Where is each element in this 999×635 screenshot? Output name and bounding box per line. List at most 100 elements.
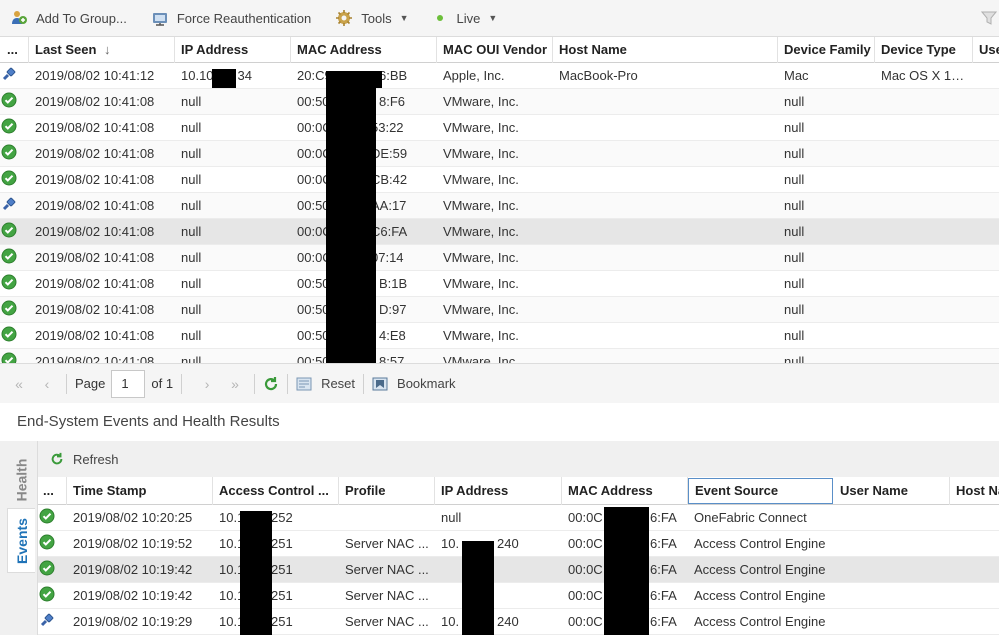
last-seen-cell: 2019/08/02 10:41:08 (35, 328, 155, 343)
host-name-cell (553, 219, 778, 245)
ip-address-cell: null (175, 323, 291, 349)
column-header-event-source[interactable]: Event Source (688, 478, 833, 504)
column-header-device-family[interactable]: Device Family (778, 37, 875, 63)
last-seen-cell: 2019/08/02 10:41:08 (35, 198, 155, 213)
column-header-last-seen[interactable]: Last Seen ↓ (29, 37, 175, 63)
column-header-ip-address[interactable]: IP Address (175, 37, 291, 63)
mac-address-suffix: 6:FA (650, 562, 677, 577)
event-row[interactable]: 2019/08/02 10:19:42 10.1 251 Server NAC ...… (38, 557, 999, 583)
table-row[interactable]: 2019/08/02 10:41:08 null 00:50 B:1B VMware, … (0, 271, 999, 297)
add-to-group-label: Add To Group... (36, 10, 127, 26)
mac-address-suffix: AA:17 (371, 198, 407, 213)
event-row[interactable]: 2019/08/02 10:19:29 10.1 251 Server NAC ...… (38, 609, 999, 635)
filter-icon[interactable] (980, 10, 998, 26)
last-page-icon[interactable]: » (224, 376, 246, 392)
ip-address-prefix: 10. (441, 536, 460, 551)
add-to-group-button[interactable]: Add To Group... (0, 0, 137, 37)
tools-menu-button[interactable]: Tools ▼ (325, 0, 418, 37)
user-name-cell (834, 609, 950, 635)
event-row[interactable]: 2019/08/02 10:20:25 10.1 252 null 00:0C 6:FA O… (38, 505, 999, 531)
device-family-cell: null (784, 276, 805, 291)
profile-cell (339, 505, 435, 531)
last-seen-cell: 2019/08/02 10:41:08 (35, 354, 155, 363)
ip-address-prefix: null (181, 120, 202, 135)
column-header-host-name[interactable]: Host Na (950, 477, 999, 505)
table-row[interactable]: 2019/08/02 10:41:08 null 00:50 AA:17 VMware,… (0, 193, 999, 219)
user-name-cell (834, 583, 950, 609)
host-name-cell (553, 115, 778, 141)
refresh-grid-button[interactable] (263, 376, 279, 392)
host-name-cell (553, 323, 778, 349)
column-header-user[interactable]: Use (973, 37, 999, 63)
table-row[interactable]: 2019/08/02 10:41:08 null 00:0C CB:42 VMware,… (0, 167, 999, 193)
table-row[interactable]: 2019/08/02 10:41:08 null 00:0C C6:FA VMware,… (0, 219, 999, 245)
table-row[interactable]: 2019/08/02 10:41:08 null 00:50 4:E8 VMware, … (0, 323, 999, 349)
next-page-icon[interactable]: › (196, 376, 218, 392)
column-header-profile[interactable]: Profile (339, 477, 435, 505)
first-page-icon[interactable]: « (8, 376, 30, 392)
column-header-time-stamp[interactable]: Time Stamp (67, 477, 213, 505)
sort-descending-icon: ↓ (104, 42, 111, 57)
last-seen-cell: 2019/08/02 10:41:08 (35, 120, 155, 135)
events-health-panel: Health Events Refresh ... Time Stamp Acc… (0, 441, 999, 635)
table-row[interactable]: 2019/08/02 10:41:08 null 00:0C 53:22 VMware,… (0, 115, 999, 141)
previous-page-icon[interactable]: ‹ (36, 376, 58, 392)
column-header-mac-oui-vendor[interactable]: MAC OUI Vendor (437, 37, 553, 63)
live-menu-button[interactable]: Live ▼ (423, 0, 508, 37)
column-header-mac-address[interactable]: MAC Address (291, 37, 437, 63)
device-type-cell (875, 323, 973, 349)
tab-health[interactable]: Health (7, 451, 35, 509)
device-type-cell (875, 297, 973, 323)
bookmark-button[interactable]: Bookmark (372, 376, 456, 392)
force-reauthentication-button[interactable]: Force Reauthentication (141, 0, 321, 37)
divider (254, 373, 256, 394)
column-header-mac-address[interactable]: MAC Address (562, 477, 688, 505)
last-seen-cell: 2019/08/02 10:41:08 (35, 276, 155, 291)
device-type-cell (875, 89, 973, 115)
device-family-cell: null (784, 198, 805, 213)
ip-address-prefix: null (181, 354, 202, 363)
table-row[interactable]: 2019/08/02 10:41:08 null 00:0C 07:14 VMware,… (0, 245, 999, 271)
table-row[interactable]: 2019/08/02 10:41:08 null 00:50 D:97 VMware, … (0, 297, 999, 323)
table-row[interactable]: 2019/08/02 10:41:12 10.10 34 20:C9 6:BB Apple… (0, 63, 999, 89)
ip-address-cell: null (175, 115, 291, 141)
status-ok-icon (39, 586, 55, 602)
mac-address-prefix: 00:0C (568, 510, 603, 525)
event-row[interactable]: 2019/08/02 10:19:52 10.1 251 Server NAC ...… (38, 531, 999, 557)
last-seen-cell: 2019/08/02 10:41:08 (35, 250, 155, 265)
column-header-host-name[interactable]: Host Name (553, 37, 778, 63)
ip-address-cell: null (175, 219, 291, 245)
redaction-block (326, 88, 376, 363)
ip-address-cell (435, 557, 562, 583)
column-header-last-seen-label: Last Seen (35, 42, 97, 57)
table-row[interactable]: 2019/08/02 10:41:08 null 00:50 8:57 VMware, … (0, 349, 999, 363)
reset-button[interactable]: Reset (296, 376, 355, 392)
mac-oui-vendor-cell: VMware, Inc. (443, 302, 519, 317)
events-refresh-button[interactable]: Refresh (50, 452, 119, 467)
column-header-ip-address[interactable]: IP Address (435, 477, 562, 505)
event-source-cell: Access Control Engine (694, 588, 826, 603)
mac-address-prefix: 00:50 (297, 94, 330, 109)
device-type-cell (875, 167, 973, 193)
column-header-status[interactable]: ... (0, 37, 29, 63)
event-row[interactable]: 2019/08/02 10:19:42 10.1 251 Server NAC ...… (38, 583, 999, 609)
mac-address-suffix: D:97 (379, 302, 407, 317)
event-source-cell: Access Control Engine (694, 536, 826, 551)
column-header-status[interactable]: ... (38, 477, 67, 505)
table-row[interactable]: 2019/08/02 10:41:08 null 00:0C DE:59 VMware,… (0, 141, 999, 167)
column-header-user-name[interactable]: User Name (834, 477, 950, 505)
bookmark-label: Bookmark (397, 376, 456, 391)
ip-address-suffix: 240 (497, 536, 519, 551)
device-type-cell: Mac OS X 1… (881, 68, 965, 83)
device-family-cell: null (784, 302, 805, 317)
page-number-input[interactable]: 1 (111, 369, 146, 398)
tab-events[interactable]: Events (7, 508, 35, 573)
mac-oui-vendor-cell: VMware, Inc. (443, 354, 519, 363)
table-row[interactable]: 2019/08/02 10:41:08 null 00:50 8:F6 VMware, … (0, 89, 999, 115)
access-control-suffix: 251 (271, 536, 293, 551)
main-toolbar: Add To Group... Force Reauthentication T… (0, 0, 999, 37)
tools-label: Tools (361, 10, 392, 26)
divider (287, 373, 289, 394)
column-header-access-control[interactable]: Access Control ... (213, 477, 339, 505)
column-header-device-type[interactable]: Device Type (875, 37, 973, 63)
